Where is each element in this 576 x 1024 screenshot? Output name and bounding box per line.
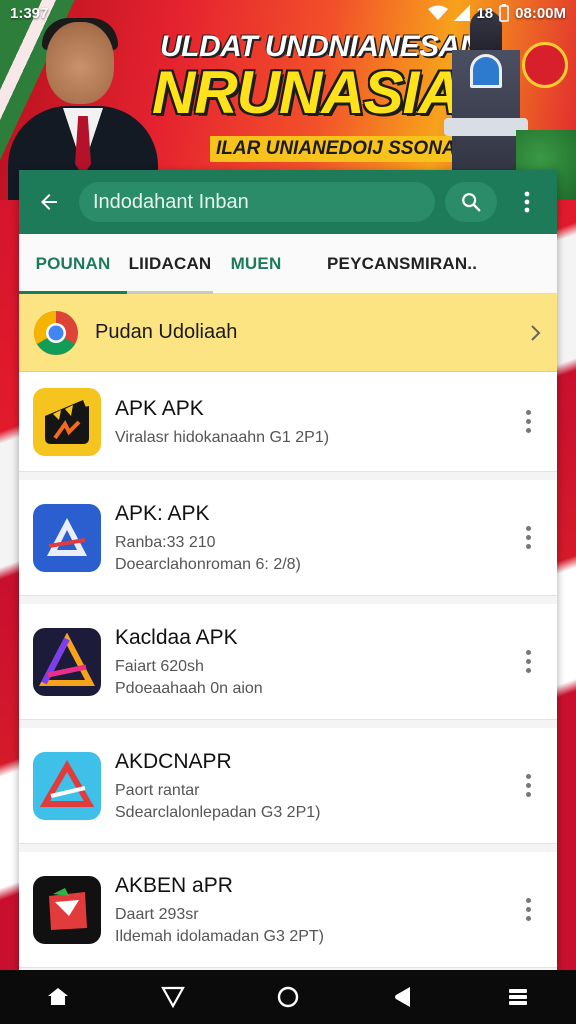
nav-menu-button[interactable] bbox=[494, 973, 542, 1021]
status-right-text: 08:00M bbox=[515, 4, 566, 22]
recents-icon bbox=[395, 987, 411, 1007]
search-input-value: Indodahant Inban bbox=[93, 190, 249, 213]
app-detail: Sdearclalonlepadan G3 2P1) bbox=[115, 803, 321, 821]
list-item[interactable]: AKDCNAPR Paort rantar Sdearclalonlepadan… bbox=[19, 728, 557, 844]
banner-badge bbox=[522, 42, 568, 88]
app-detail: Daart 293sr bbox=[115, 905, 199, 923]
status-time: 1:397 bbox=[10, 4, 49, 22]
app-name: Kacldaa APK bbox=[115, 625, 238, 649]
app-name: APK APK bbox=[115, 396, 204, 420]
list-item[interactable]: Kacldaa APK Faiart 620sh Pdoeaahaah 0n a… bbox=[19, 604, 557, 720]
item-more-button[interactable] bbox=[513, 650, 543, 673]
app-detail: Pdoeaahaah 0n aion bbox=[115, 679, 263, 697]
app-detail: Viralasr hidokanaahn G1 2P1) bbox=[115, 428, 330, 446]
promo-row[interactable]: Pudan Udoliaah bbox=[19, 294, 557, 372]
tab-peycansmiran[interactable]: PEYCANSMIRAN.. bbox=[299, 234, 557, 294]
app-detail: Doearclahonroman 6: 2/8) bbox=[115, 555, 301, 573]
list-item[interactable]: AKBEN aPR Daart 293sr Ildemah idolamadan… bbox=[19, 852, 557, 968]
app-detail: Ildemah idolamadan G3 2PT) bbox=[115, 927, 324, 945]
app-name: AKBEN aPR bbox=[115, 873, 233, 897]
clapper-icon bbox=[33, 387, 101, 456]
home-icon bbox=[47, 988, 68, 1005]
circle-home-icon bbox=[277, 986, 299, 1008]
item-more-button[interactable] bbox=[513, 526, 543, 549]
tab-pounan[interactable]: POUNAN bbox=[19, 234, 127, 294]
search-icon bbox=[462, 193, 481, 212]
red-triangle-icon bbox=[33, 751, 101, 820]
app-detail: Paort rantar bbox=[115, 781, 200, 799]
status-bar: 1:397 18 08:00M bbox=[0, 0, 576, 26]
menu-icon bbox=[509, 989, 528, 1005]
sim-indicator: 18 bbox=[476, 4, 494, 22]
more-options-button[interactable] bbox=[507, 182, 547, 222]
nav-recents-button[interactable] bbox=[379, 973, 427, 1021]
tab-muen[interactable]: MUEN bbox=[213, 234, 299, 294]
item-more-button[interactable] bbox=[513, 898, 543, 921]
app-store-window: Indodahant Inban POUNAN LIIDACAN MUEN PE… bbox=[19, 170, 557, 970]
arrow-back-icon bbox=[41, 194, 57, 210]
app-detail: Ranba:33 210 bbox=[115, 533, 216, 551]
app-list: APK APK Viralasr hidokanaahn G1 2P1) APK… bbox=[19, 372, 557, 968]
promo-label: Pudan Udoliaah bbox=[95, 321, 238, 343]
nav-center-button[interactable] bbox=[264, 973, 312, 1021]
app-name: APK: APK bbox=[115, 501, 210, 525]
app-bar: Indodahant Inban bbox=[19, 170, 557, 234]
tab-bar: POUNAN LIIDACAN MUEN PEYCANSMIRAN.. bbox=[19, 234, 557, 294]
neon-triangle-icon bbox=[33, 627, 101, 696]
chevron-right-icon bbox=[531, 324, 541, 341]
nav-home-button[interactable] bbox=[34, 973, 82, 1021]
wifi-icon bbox=[428, 5, 449, 20]
nav-back-button[interactable] bbox=[149, 973, 197, 1021]
list-item[interactable]: APK: APK Ranba:33 210 Doearclahonroman 6… bbox=[19, 480, 557, 596]
triangle-arrow-icon bbox=[33, 503, 101, 572]
red-box-icon bbox=[33, 875, 101, 944]
search-button[interactable] bbox=[445, 182, 497, 222]
signal-icon bbox=[454, 5, 471, 21]
item-more-button[interactable] bbox=[513, 774, 543, 797]
back-triangle-icon bbox=[160, 986, 185, 1008]
tab-liidacan[interactable]: LIIDACAN bbox=[127, 234, 213, 294]
app-name: AKDCNAPR bbox=[115, 749, 232, 773]
search-input[interactable]: Indodahant Inban bbox=[79, 182, 435, 222]
app-detail: Faiart 620sh bbox=[115, 657, 204, 675]
system-nav-bar bbox=[0, 970, 576, 1024]
more-vert-icon bbox=[524, 191, 530, 213]
chrome-icon bbox=[34, 310, 78, 355]
item-more-button[interactable] bbox=[513, 410, 543, 433]
battery-icon bbox=[499, 4, 509, 22]
banner-title-line2: NRUNASIA! bbox=[152, 59, 481, 126]
list-item[interactable]: APK APK Viralasr hidokanaahn G1 2P1) bbox=[19, 372, 557, 472]
back-button[interactable] bbox=[29, 182, 69, 222]
